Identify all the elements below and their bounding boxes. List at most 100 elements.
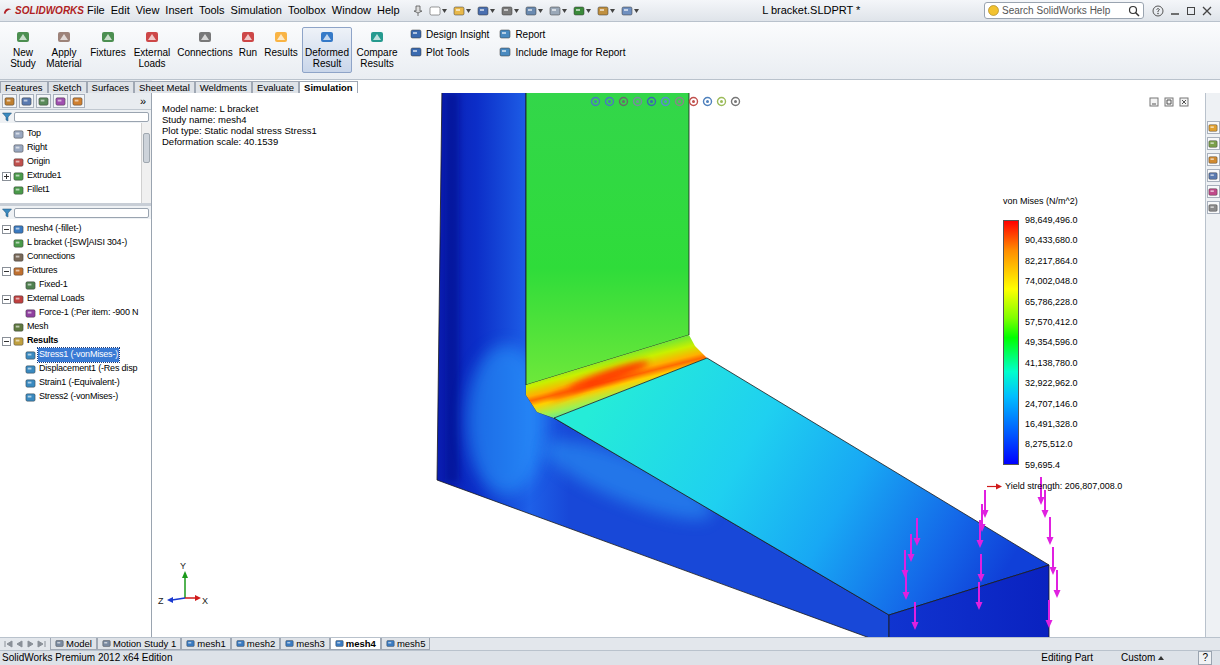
- tree-item[interactable]: Fixtures: [0, 264, 151, 278]
- minimize-icon[interactable]: [1170, 6, 1180, 16]
- command-tab[interactable]: Simulation: [299, 81, 358, 93]
- tree-item[interactable]: External Loads: [0, 292, 151, 306]
- tab-nav-icon[interactable]: [26, 640, 35, 648]
- view-tool-icon[interactable]: [618, 96, 629, 107]
- tree-item[interactable]: Mesh: [0, 320, 151, 334]
- ribbon-small-button[interactable]: Include Image for Report: [499, 46, 625, 58]
- view-tool-icon[interactable]: [632, 96, 643, 107]
- tree-expander[interactable]: [2, 337, 11, 346]
- task-pane-tab[interactable]: [1207, 153, 1220, 166]
- ribbon-small-button[interactable]: Design Insight: [410, 28, 489, 40]
- ribbon-button[interactable]: External Loads: [130, 27, 174, 73]
- ribbon-button[interactable]: Results: [262, 27, 300, 62]
- menu-item[interactable]: File: [84, 2, 108, 19]
- graphics-area[interactable]: YZXModel name: L bracketStudy name: mesh…: [152, 93, 1205, 637]
- command-tab[interactable]: Features: [0, 81, 48, 93]
- ribbon-button[interactable]: Apply Material: [42, 27, 86, 73]
- more-tabs[interactable]: »: [140, 95, 149, 107]
- toolbar-button[interactable]: [429, 5, 447, 17]
- menu-item[interactable]: Edit: [108, 2, 133, 19]
- ribbon-button[interactable]: Fixtures: [88, 27, 128, 62]
- ribbon-small-button[interactable]: Plot Tools: [410, 46, 489, 58]
- view-tool-icon[interactable]: [604, 96, 615, 107]
- command-tab[interactable]: Sheet Metal: [134, 81, 195, 93]
- tree-item[interactable]: Extrude1: [0, 169, 141, 183]
- ribbon-button[interactable]: Deformed Result: [302, 27, 352, 73]
- tree-item[interactable]: Stress2 (-vonMises-): [0, 390, 151, 404]
- command-tab[interactable]: Sketch: [48, 81, 87, 93]
- toolbar-button[interactable]: [501, 5, 519, 17]
- menu-item[interactable]: Tools: [196, 2, 228, 19]
- task-pane-tab[interactable]: [1207, 137, 1220, 150]
- tree-item[interactable]: Connections: [0, 250, 151, 264]
- viewport-button-icon[interactable]: [1149, 97, 1159, 107]
- tree-item[interactable]: Origin: [0, 155, 141, 169]
- filter-icon[interactable]: [2, 112, 12, 122]
- study-tab[interactable]: Model: [50, 638, 97, 650]
- panel-tab[interactable]: [19, 94, 34, 108]
- ribbon-button[interactable]: Compare Results: [354, 27, 400, 73]
- toolbar-button[interactable]: [597, 5, 615, 17]
- filter-field[interactable]: [14, 208, 149, 218]
- ribbon-button[interactable]: Run: [236, 27, 260, 62]
- ribbon-small-button[interactable]: Report: [499, 28, 625, 40]
- tab-nav-icon[interactable]: [4, 640, 13, 648]
- view-tool-icon[interactable]: [674, 96, 685, 107]
- study-tab[interactable]: Motion Study 1: [97, 638, 181, 650]
- ribbon-button[interactable]: New Study: [6, 27, 40, 73]
- viewport-button-icon[interactable]: [1179, 97, 1189, 107]
- tab-nav-icon[interactable]: [37, 640, 46, 648]
- help-menu-icon[interactable]: [1152, 5, 1164, 17]
- command-tab[interactable]: Surfaces: [87, 81, 135, 93]
- view-tool-icon[interactable]: [590, 96, 601, 107]
- menu-item[interactable]: Simulation: [228, 2, 285, 19]
- scrollbar[interactable]: [141, 123, 151, 203]
- panel-tab[interactable]: [2, 94, 17, 108]
- pin-icon[interactable]: [413, 5, 423, 17]
- tree-expander[interactable]: [2, 267, 11, 276]
- ribbon-button[interactable]: Connections: [176, 27, 234, 62]
- filter-icon[interactable]: [2, 208, 12, 218]
- task-pane-tab[interactable]: [1207, 121, 1220, 134]
- tree-item[interactable]: Results: [0, 334, 151, 348]
- panel-tab[interactable]: [70, 94, 85, 108]
- tree-item[interactable]: L bracket (-[SW]AISI 304-): [0, 236, 151, 250]
- view-tool-icon[interactable]: [730, 96, 741, 107]
- tree-item[interactable]: Strain1 (-Equivalent-): [0, 376, 151, 390]
- menu-item[interactable]: Window: [329, 2, 374, 19]
- view-tool-icon[interactable]: [702, 96, 713, 107]
- tree-expander[interactable]: [2, 295, 11, 304]
- menu-item[interactable]: Help: [374, 2, 403, 19]
- menu-item[interactable]: Toolbox: [285, 2, 329, 19]
- tree-expander[interactable]: [2, 172, 11, 181]
- search-box[interactable]: Search SolidWorks Help: [984, 2, 1144, 19]
- tree-item[interactable]: Force-1 (:Per item: -900 N: [0, 306, 151, 320]
- toolbar-button[interactable]: [621, 5, 639, 17]
- task-pane-tab[interactable]: [1207, 185, 1220, 198]
- view-tool-icon[interactable]: [716, 96, 727, 107]
- toolbar-button[interactable]: [453, 5, 471, 17]
- toolbar-button[interactable]: [525, 5, 543, 17]
- command-tab[interactable]: Evaluate: [252, 81, 299, 93]
- view-tool-icon[interactable]: [646, 96, 657, 107]
- tree-item[interactable]: Fillet1: [0, 183, 141, 197]
- tab-nav-icon[interactable]: [15, 640, 24, 648]
- tree-item[interactable]: Stress1 (-vonMises-): [0, 348, 151, 362]
- menu-item[interactable]: Insert: [162, 2, 196, 19]
- task-pane-tab[interactable]: [1207, 169, 1220, 182]
- study-tab[interactable]: mesh5: [381, 638, 431, 650]
- view-tool-icon[interactable]: [688, 96, 699, 107]
- menu-item[interactable]: View: [133, 2, 163, 19]
- command-tab[interactable]: Weldments: [195, 81, 252, 93]
- toolbar-button[interactable]: [477, 5, 495, 17]
- tree-item[interactable]: Top: [0, 127, 141, 141]
- view-tool-icon[interactable]: [660, 96, 671, 107]
- study-tab[interactable]: mesh2: [231, 638, 281, 650]
- status-help[interactable]: ?: [1198, 651, 1212, 665]
- close-icon[interactable]: [1202, 6, 1212, 16]
- units-selector[interactable]: Custom: [1121, 652, 1198, 664]
- task-pane-tab[interactable]: [1207, 201, 1220, 214]
- toolbar-button[interactable]: [573, 5, 591, 17]
- panel-tab[interactable]: [36, 94, 51, 108]
- viewport-button-icon[interactable]: [1164, 97, 1174, 107]
